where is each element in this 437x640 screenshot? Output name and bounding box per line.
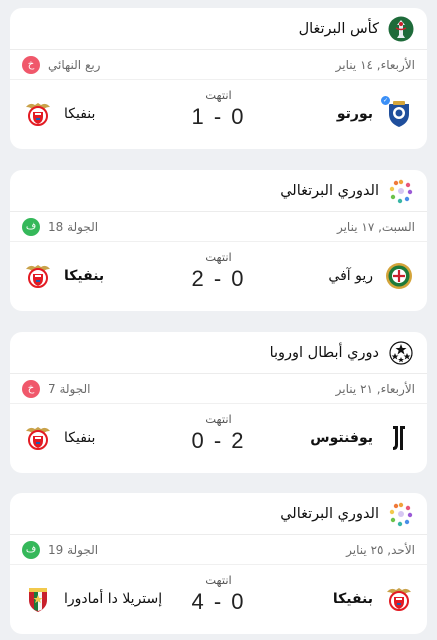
round-label: الجولة 7 [48, 381, 91, 396]
result-badge: خ [22, 55, 40, 74]
match-score: 2 - 0 [191, 266, 246, 291]
verified-icon: ✓ [380, 95, 391, 106]
home-team-name: بورتو [336, 106, 373, 122]
home-team-name: ريو آفي [328, 268, 373, 284]
away-team-name: بنفيكا [64, 430, 96, 446]
benfica-crest-icon [22, 98, 54, 130]
benfica-crest-icon [383, 583, 415, 615]
away-team-name: بنفيكا [64, 268, 105, 284]
benfica-crest-icon [22, 260, 54, 292]
competition-name: كأس البرتغال [298, 20, 379, 37]
portugal-cup-icon [387, 15, 415, 43]
match-score: 4 - 0 [191, 589, 246, 614]
round-info: ربع النهائي خ [22, 55, 101, 74]
match-date: الأربعاء, ٢١ يناير [335, 381, 415, 396]
match-meta: السبت, ١٧ يناير الجولة 18 ف [10, 212, 427, 242]
match-card[interactable]: كأس البرتغال الأربعاء, ١٤ يناير ربع النه… [10, 8, 427, 149]
away-team-name: بنفيكا [64, 106, 96, 122]
home-team-name: بنفيكا [332, 591, 373, 607]
match-score: 1 - 0 [191, 104, 246, 129]
match-result: انتهت 0 - 2 [159, 412, 279, 454]
result-badge: ف [22, 540, 40, 559]
benfica-crest-icon [22, 422, 54, 454]
competition-header[interactable]: كأس البرتغال [10, 8, 427, 50]
liga-portugal-icon [387, 177, 415, 205]
competition-header[interactable]: الدوري البرتغالي [10, 493, 427, 535]
match-row[interactable]: ✓ بورتو انتهت 1 - 0 بنفيكا [10, 80, 427, 148]
match-result: انتهت 2 - 0 [159, 250, 279, 292]
match-card[interactable]: الدوري البرتغالي الأحد, ٢٥ يناير الجولة … [10, 493, 427, 634]
match-score: 0 - 2 [191, 428, 246, 453]
away-team[interactable]: بنفيكا [22, 80, 95, 148]
round-info: الجولة 19 ف [22, 540, 99, 559]
porto-crest-icon: ✓ [380, 95, 415, 130]
competition-header[interactable]: دوري أبطال اوروبا [10, 332, 427, 374]
rio-ave-crest-icon [383, 260, 415, 292]
away-team-name: إستريلا دا أمادورا [64, 591, 163, 607]
match-status: انتهت [205, 250, 232, 264]
match-date: الأحد, ٢٥ يناير [346, 542, 415, 557]
match-meta: الأحد, ٢٥ يناير الجولة 19 ف [10, 535, 427, 565]
home-team-name: يوفنتوس [310, 430, 373, 446]
juventus-crest-icon [383, 422, 415, 454]
result-badge: خ [22, 379, 40, 398]
match-date: الأربعاء, ١٤ يناير [335, 57, 415, 72]
round-label: الجولة 18 [48, 219, 99, 234]
away-team[interactable]: بنفيكا [22, 404, 95, 472]
match-status: انتهت [205, 412, 232, 426]
match-result: انتهت 4 - 0 [159, 573, 279, 615]
match-row[interactable]: يوفنتوس انتهت 0 - 2 بنفيكا [10, 404, 427, 472]
away-team[interactable]: إستريلا دا أمادورا [22, 565, 162, 633]
round-info: الجولة 7 خ [22, 379, 91, 398]
match-row[interactable]: بنفيكا انتهت 4 - 0 إستريلا دا أمادورا [10, 565, 427, 633]
competition-name: الدوري البرتغالي [280, 182, 379, 199]
match-card[interactable]: الدوري البرتغالي السبت, ١٧ يناير الجولة … [10, 170, 427, 311]
round-info: الجولة 18 ف [22, 217, 99, 236]
match-meta: الأربعاء, ١٤ يناير ربع النهائي خ [10, 50, 427, 80]
match-row[interactable]: ريو آفي انتهت 2 - 0 بنفيكا [10, 242, 427, 310]
competition-name: دوري أبطال اوروبا [269, 344, 379, 361]
home-team[interactable]: ✓ بورتو [337, 80, 415, 148]
match-date: السبت, ١٧ يناير [336, 219, 415, 234]
match-status: انتهت [205, 573, 232, 587]
champions-league-icon [387, 339, 415, 367]
result-badge: ف [22, 217, 40, 236]
match-result: انتهت 1 - 0 [159, 88, 279, 130]
match-card[interactable]: دوري أبطال اوروبا الأربعاء, ٢١ يناير الج… [10, 332, 427, 473]
home-team[interactable]: بنفيكا [333, 565, 415, 633]
liga-portugal-icon [387, 500, 415, 528]
match-meta: الأربعاء, ٢١ يناير الجولة 7 خ [10, 374, 427, 404]
away-team[interactable]: بنفيكا [22, 242, 104, 310]
competition-header[interactable]: الدوري البرتغالي [10, 170, 427, 212]
home-team[interactable]: يوفنتوس [310, 404, 415, 472]
match-status: انتهت [205, 88, 232, 102]
round-label: ربع النهائي [48, 57, 101, 72]
competition-name: الدوري البرتغالي [280, 505, 379, 522]
round-label: الجولة 19 [48, 542, 99, 557]
home-team[interactable]: ريو آفي [328, 242, 415, 310]
estrela-amadora-crest-icon [22, 583, 54, 615]
